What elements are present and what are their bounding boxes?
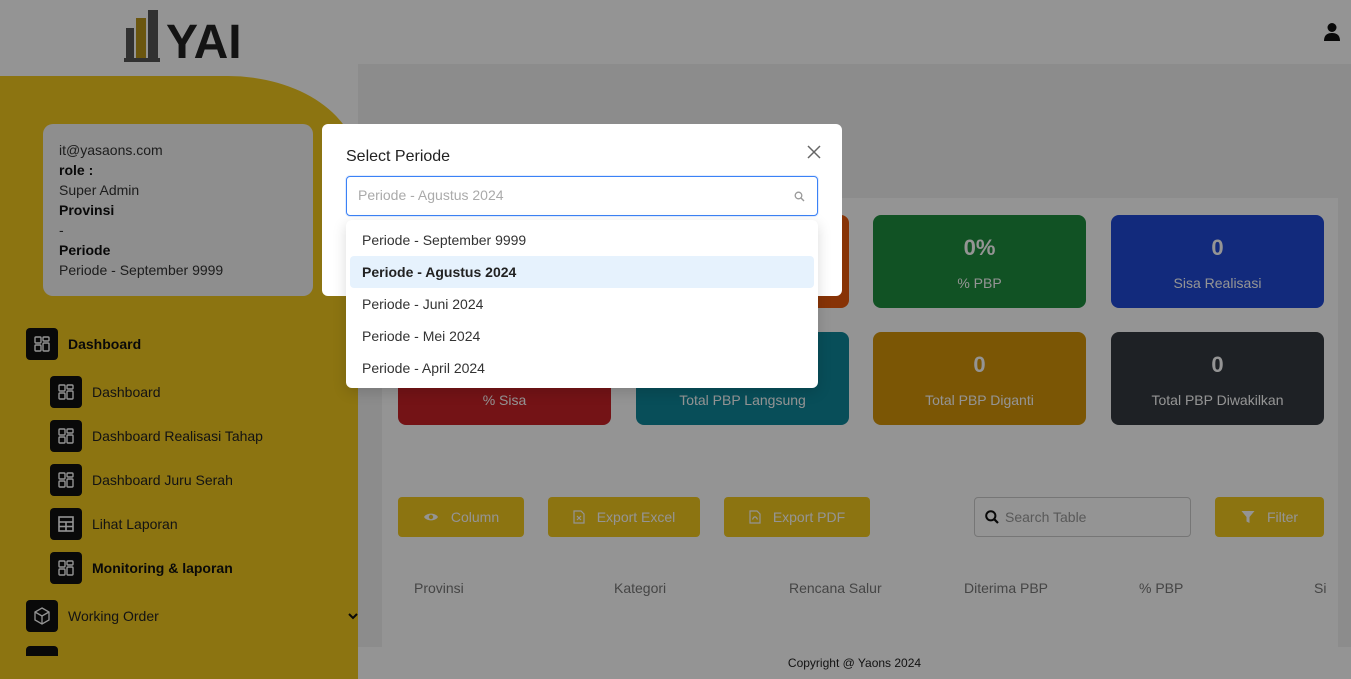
- periode-search-input[interactable]: [358, 187, 778, 203]
- periode-select[interactable]: [346, 176, 818, 216]
- periode-option[interactable]: Periode - September 9999: [350, 224, 814, 256]
- periode-option[interactable]: Periode - Mei 2024: [350, 320, 814, 352]
- periode-option[interactable]: Periode - April 2024: [350, 352, 814, 384]
- search-icon: [794, 191, 805, 202]
- modal-title: Select Periode: [346, 148, 451, 165]
- periode-option-highlighted[interactable]: Periode - Agustus 2024: [350, 256, 814, 288]
- periode-option[interactable]: Periode - Juni 2024: [350, 288, 814, 320]
- periode-dropdown: Periode - September 9999 Periode - Agust…: [346, 220, 818, 388]
- close-icon[interactable]: [806, 144, 822, 160]
